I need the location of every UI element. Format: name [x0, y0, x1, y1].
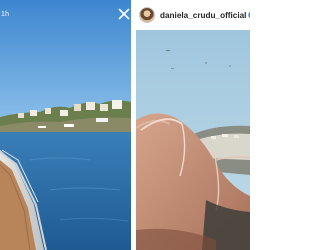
username[interactable]: daniela_crudu_official [160, 11, 246, 20]
avatar[interactable] [139, 7, 155, 23]
post-panel: daniela_crudu_official [136, 0, 250, 250]
story-image [0, 0, 131, 250]
post-header: daniela_crudu_official [136, 0, 250, 30]
story-timestamp: 1h [1, 11, 10, 18]
story-panel: 1h [0, 0, 131, 250]
close-button[interactable] [118, 8, 130, 20]
verified-badge-icon [248, 11, 250, 19]
close-icon [118, 8, 130, 20]
post-image [136, 30, 250, 250]
